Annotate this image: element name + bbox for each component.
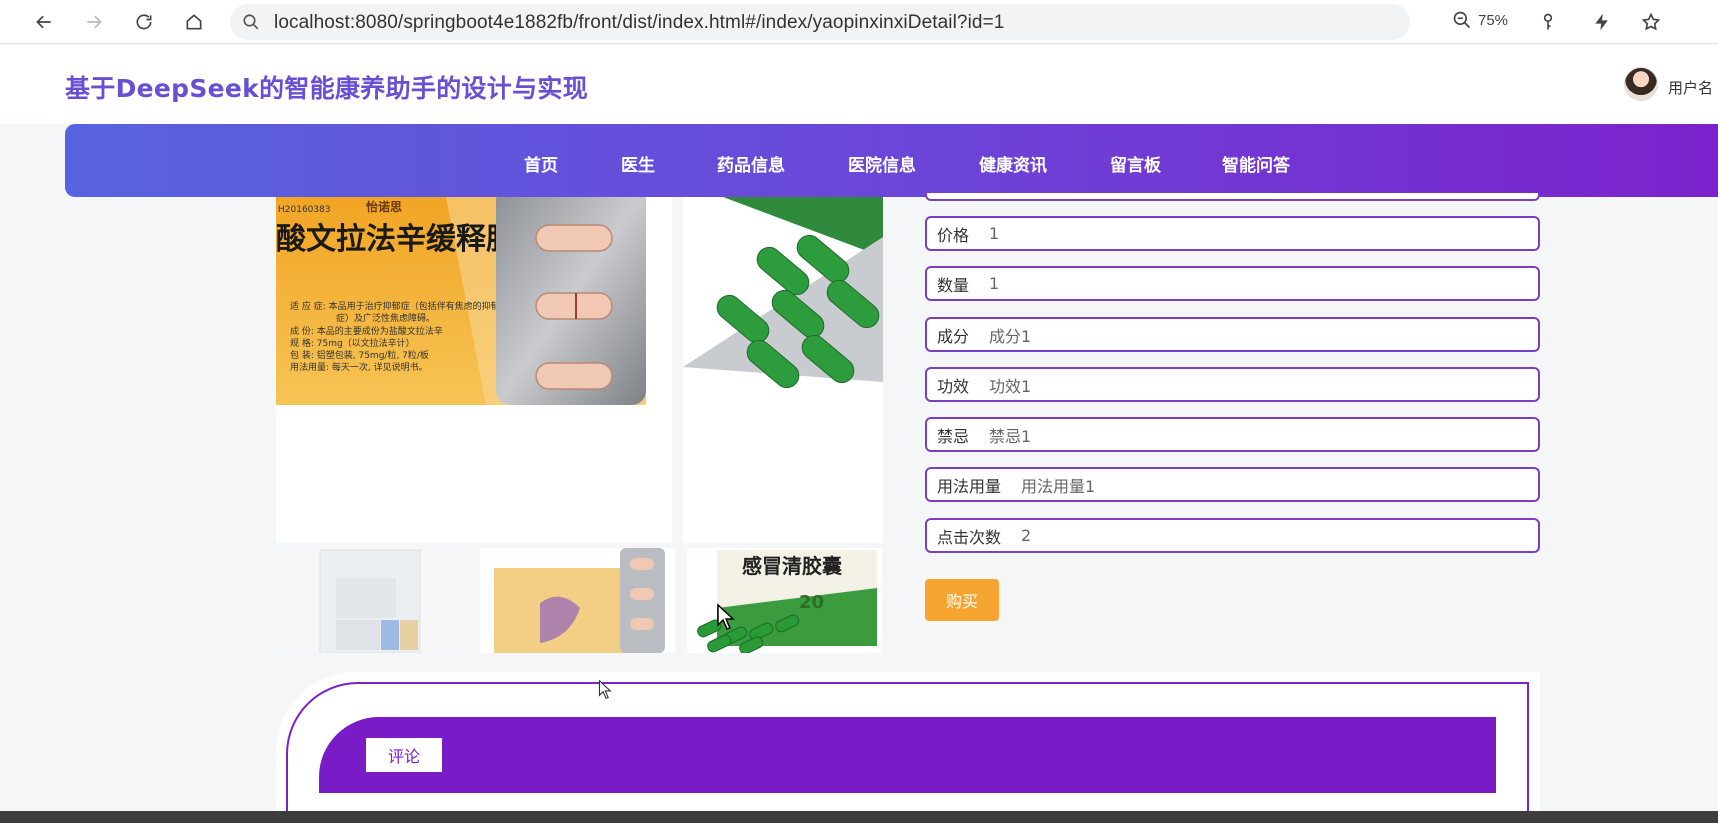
mouse-pointer-icon [598, 679, 612, 699]
product-main-image[interactable]: H20160383 怡诺思 盐酸文拉法辛缓释胶囊 适 应 症: 本品用于治疗抑郁… [276, 197, 672, 543]
key-icon[interactable] [1534, 8, 1562, 36]
main-nav: 首页 医生 药品信息 医院信息 健康资讯 留言板 智能问答 [65, 124, 1718, 197]
search-icon [243, 14, 259, 30]
product-desc-line: 用法用量: 每天一次, 详见说明书。 [290, 361, 428, 373]
detail-field-quantity: 数量 1 [925, 266, 1540, 301]
comment-tab-bar [319, 717, 1496, 793]
nav-item-home[interactable]: 首页 [524, 151, 558, 176]
field-label: 价格 [937, 225, 970, 245]
product-desc-line: 适 应 症: 本品用于治疗抑郁症（包括伴有焦虑的抑郁 [290, 300, 500, 312]
site-header: 基于DeepSeek的智能康养助手的设计与实现 用户名 [0, 45, 1718, 124]
zoom-level: 75% [1478, 11, 1509, 29]
nav-item-smart-qa[interactable]: 智能问答 [1222, 151, 1290, 176]
field-value: 成分1 [989, 326, 1032, 346]
mouse-pointer-icon [717, 603, 735, 630]
browser-toolbar: localhost:8080/springboot4e1882fb/front/… [0, 0, 1718, 44]
lightning-icon[interactable] [1588, 8, 1616, 36]
nav-item-message-board[interactable]: 留言板 [1110, 151, 1161, 176]
back-arrow-icon[interactable] [28, 6, 60, 38]
product-code-text: H20160383 [278, 205, 331, 215]
star-bookmark-icon[interactable] [1637, 8, 1665, 36]
field-label: 功效 [937, 376, 970, 396]
buy-button[interactable]: 购买 [925, 579, 999, 621]
field-label: 点击次数 [937, 527, 1002, 547]
reload-icon[interactable] [128, 6, 160, 38]
product-brand-text: 怡诺思 [366, 199, 402, 214]
home-icon[interactable] [178, 6, 210, 38]
field-value: 1 [989, 274, 1000, 293]
detail-field-efficacy: 功效 功效1 [925, 367, 1540, 402]
forward-arrow-icon[interactable] [78, 6, 110, 38]
detail-field-contraindication: 禁忌 禁忌1 [925, 417, 1540, 452]
username-label[interactable]: 用户名 [1668, 77, 1713, 98]
field-value: 功效1 [989, 376, 1032, 396]
zoom-out-icon [1453, 11, 1471, 29]
detail-field-ingredient: 成分 成分1 [925, 317, 1540, 352]
field-label: 成分 [937, 326, 970, 346]
detail-field-dosage: 用法用量 用法用量1 [925, 467, 1540, 502]
detail-field-price: 价格 1 [925, 216, 1540, 251]
address-bar[interactable]: localhost:8080/springboot4e1882fb/front/… [230, 4, 1410, 40]
user-avatar[interactable] [1624, 67, 1658, 101]
field-value: 2 [1021, 526, 1032, 545]
url-text: localhost:8080/springboot4e1882fb/front/… [274, 12, 1005, 33]
product-thumbnail-2[interactable] [480, 548, 675, 653]
field-label: 禁忌 [937, 426, 970, 446]
nav-item-medicine[interactable]: 药品信息 [717, 151, 785, 176]
nav-item-hospital[interactable]: 医院信息 [848, 151, 916, 176]
zoom-indicator[interactable]: 75% [1452, 10, 1508, 30]
product-desc-line: 包 装: 铝塑包装, 75mg/粒, 7粒/板 [290, 349, 429, 361]
field-value: 1 [989, 224, 1000, 243]
nav-item-doctor[interactable]: 医生 [621, 151, 655, 176]
field-value: 禁忌1 [989, 426, 1032, 446]
product-side-image[interactable] [683, 197, 883, 543]
nav-item-health-news[interactable]: 健康资讯 [979, 151, 1047, 176]
site-title[interactable]: 基于DeepSeek的智能康养助手的设计与实现 [65, 69, 588, 105]
product-thumbnail-3[interactable]: 感冒清胶囊 20 [687, 548, 882, 653]
tab-comments[interactable]: 评论 [366, 738, 442, 772]
field-value: 用法用量1 [1021, 476, 1096, 496]
field-label: 用法用量 [937, 476, 1002, 496]
bottom-bar [0, 811, 1718, 823]
product-desc-line: 规 格: 75mg（以文拉法辛计） [290, 337, 415, 349]
thumb3-count-text: 20 [799, 592, 824, 613]
field-label: 数量 [937, 275, 970, 295]
product-thumbnail-1[interactable] [276, 548, 471, 653]
thumb3-name-text: 感冒清胶囊 [742, 554, 842, 578]
product-desc-line: 症）及广泛性焦虑障碍。 [336, 312, 435, 324]
product-desc-line: 成 份: 本品的主要成份为盐酸文拉法辛 [290, 325, 443, 337]
detail-field-click-count: 点击次数 2 [925, 518, 1540, 553]
detail-field-top-edge [925, 193, 1540, 201]
